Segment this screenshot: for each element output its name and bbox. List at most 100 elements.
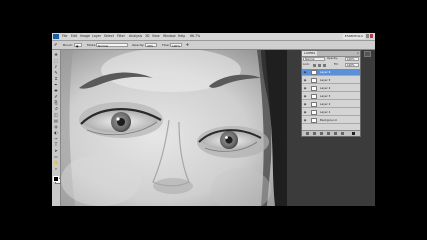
layer-thumbnail: [311, 70, 317, 75]
delete-layer-icon[interactable]: [352, 132, 355, 135]
lock-pixels-icon[interactable]: [318, 64, 321, 67]
layer-row[interactable]: ◉ Layer 4: [302, 85, 360, 92]
mode-label: Mode:: [87, 43, 97, 47]
brush-tool-preset-icon[interactable]: ✐: [54, 41, 57, 49]
marquee-icon[interactable]: ⬚: [53, 58, 59, 63]
visibility-eye-icon[interactable]: ◉: [303, 118, 307, 122]
menu-view[interactable]: View: [152, 33, 160, 40]
menu-file[interactable]: File: [62, 33, 67, 40]
opacity-field[interactable]: 30%: [145, 43, 157, 48]
layers-panel: LAYERS × Normal Opacity: 100% Lock: Fill…: [301, 50, 361, 137]
pen-icon[interactable]: ✑: [53, 136, 59, 141]
options-bar: ✐ Brush: ● Mode: Normal Opacity: 30% Flo…: [52, 41, 375, 50]
layer-name: Background: [320, 118, 337, 122]
crop-icon[interactable]: ⌗: [53, 76, 59, 81]
visibility-eye-icon[interactable]: ◉: [303, 110, 307, 114]
panel-close-icon[interactable]: ×: [356, 51, 359, 56]
blend-mode-select[interactable]: Normal: [303, 57, 325, 61]
portrait-drawing: [61, 50, 287, 206]
healing-icon[interactable]: ✚: [53, 88, 59, 93]
path-select-icon[interactable]: ➤: [53, 148, 59, 153]
collapse-panels-icon[interactable]: [364, 51, 371, 57]
zoom-level-button[interactable]: 66.7%: [190, 33, 200, 40]
menu-image[interactable]: Image: [80, 33, 90, 40]
tab-layers[interactable]: LAYERS: [302, 51, 318, 56]
move-icon[interactable]: ✥: [53, 52, 59, 57]
layer-opacity-label: Opacity:: [327, 57, 338, 60]
menu-help[interactable]: Help: [178, 33, 185, 40]
link-layers-icon[interactable]: [306, 132, 309, 135]
foreground-color-swatch[interactable]: [53, 176, 59, 182]
video-frame: File Edit Image Layer Select Filter Anal…: [0, 0, 427, 240]
visibility-eye-icon[interactable]: ◉: [303, 78, 307, 82]
tools-panel: ✥ ⬚ ℓ ✎ ⌗ ✒ ✚ ✐ ⎘ ↺ ◫ ▤ ◍ ◐ ✑ T ➤ ▭ ✋ ⌕: [52, 50, 61, 206]
layer-row[interactable]: ◉ Layer 6: [302, 69, 360, 76]
visibility-eye-icon[interactable]: ◉: [303, 94, 307, 98]
eyedropper-icon[interactable]: ✒: [53, 82, 59, 87]
menu-filter[interactable]: Filter: [117, 33, 125, 40]
menu-edit[interactable]: Edit: [71, 33, 77, 40]
layer-row[interactable]: ◉ Layer 2: [302, 101, 360, 108]
layer-name: Layer 6: [320, 70, 331, 74]
visibility-eye-icon[interactable]: ◉: [303, 70, 307, 74]
menu-window[interactable]: Window: [163, 33, 176, 40]
layer-thumbnail: [311, 110, 317, 115]
lock-label: Lock:: [303, 63, 310, 66]
lock-transparency-icon[interactable]: [313, 64, 316, 67]
document-canvas[interactable]: [61, 50, 287, 206]
layer-row[interactable]: ◉ Layer 1: [302, 109, 360, 116]
layer-row[interactable]: ◉ Background: [302, 117, 360, 124]
fill-field[interactable]: 100%: [345, 63, 359, 67]
blend-row: Normal Opacity: 100%: [302, 57, 360, 62]
minimize-icon[interactable]: [366, 34, 369, 38]
adjustment-layer-icon[interactable]: [327, 132, 330, 135]
panel-dock: LAYERS × Normal Opacity: 100% Lock: Fill…: [287, 50, 375, 206]
mode-select[interactable]: Normal: [96, 43, 128, 48]
menu-bar: File Edit Image Layer Select Filter Anal…: [52, 33, 375, 41]
new-group-icon[interactable]: [334, 132, 337, 135]
flow-field[interactable]: 100%: [170, 43, 182, 48]
close-window-icon[interactable]: [370, 34, 373, 38]
new-layer-icon[interactable]: [341, 132, 344, 135]
workspace-switcher[interactable]: ESSENTIALS: [342, 34, 365, 39]
layer-thumbnail: [311, 102, 317, 107]
layer-name: Layer 3: [320, 94, 331, 98]
menu-analysis[interactable]: Analysis: [129, 33, 142, 40]
dodge-icon[interactable]: ◐: [53, 130, 59, 135]
layer-thumbnail: [311, 86, 317, 91]
lock-row: Lock: Fill: 100%: [302, 63, 360, 68]
quick-select-icon[interactable]: ✎: [53, 70, 59, 75]
history-brush-icon[interactable]: ↺: [53, 106, 59, 111]
menu-select[interactable]: Select: [104, 33, 114, 40]
eraser-icon[interactable]: ◫: [53, 112, 59, 117]
photoshop-logo-icon: [53, 34, 59, 39]
layer-name: Layer 5: [320, 78, 331, 82]
photoshop-window: File Edit Image Layer Select Filter Anal…: [52, 33, 375, 206]
layer-mask-icon[interactable]: [320, 132, 323, 135]
airbrush-icon[interactable]: ✈: [186, 41, 189, 49]
brush-size-picker[interactable]: ●: [74, 43, 82, 48]
type-icon[interactable]: T: [53, 142, 59, 147]
lock-position-icon[interactable]: [323, 64, 326, 67]
fill-label: Fill:: [334, 63, 339, 66]
zoom-icon[interactable]: ⌕: [53, 166, 59, 171]
shape-icon[interactable]: ▭: [53, 154, 59, 159]
layers-panel-footer: [302, 130, 360, 136]
visibility-eye-icon[interactable]: ◉: [303, 102, 307, 106]
layer-row[interactable]: ◉ Layer 5: [302, 77, 360, 84]
layer-opacity-field[interactable]: 100%: [345, 57, 359, 61]
layer-row[interactable]: ◉ Layer 3: [302, 93, 360, 100]
layer-style-icon[interactable]: [313, 132, 316, 135]
menu-layer[interactable]: Layer: [92, 33, 101, 40]
menu-3d[interactable]: 3D: [145, 33, 149, 40]
flow-label: Flow:: [162, 43, 170, 47]
brush-icon[interactable]: ✐: [53, 94, 59, 99]
layer-name: Layer 4: [320, 86, 331, 90]
lasso-icon[interactable]: ℓ: [53, 64, 59, 69]
hand-icon[interactable]: ✋: [53, 160, 59, 165]
layer-name: Layer 2: [320, 102, 331, 106]
visibility-eye-icon[interactable]: ◉: [303, 86, 307, 90]
clone-stamp-icon[interactable]: ⎘: [53, 100, 59, 105]
blur-icon[interactable]: ◍: [53, 124, 59, 129]
gradient-icon[interactable]: ▤: [53, 118, 59, 123]
